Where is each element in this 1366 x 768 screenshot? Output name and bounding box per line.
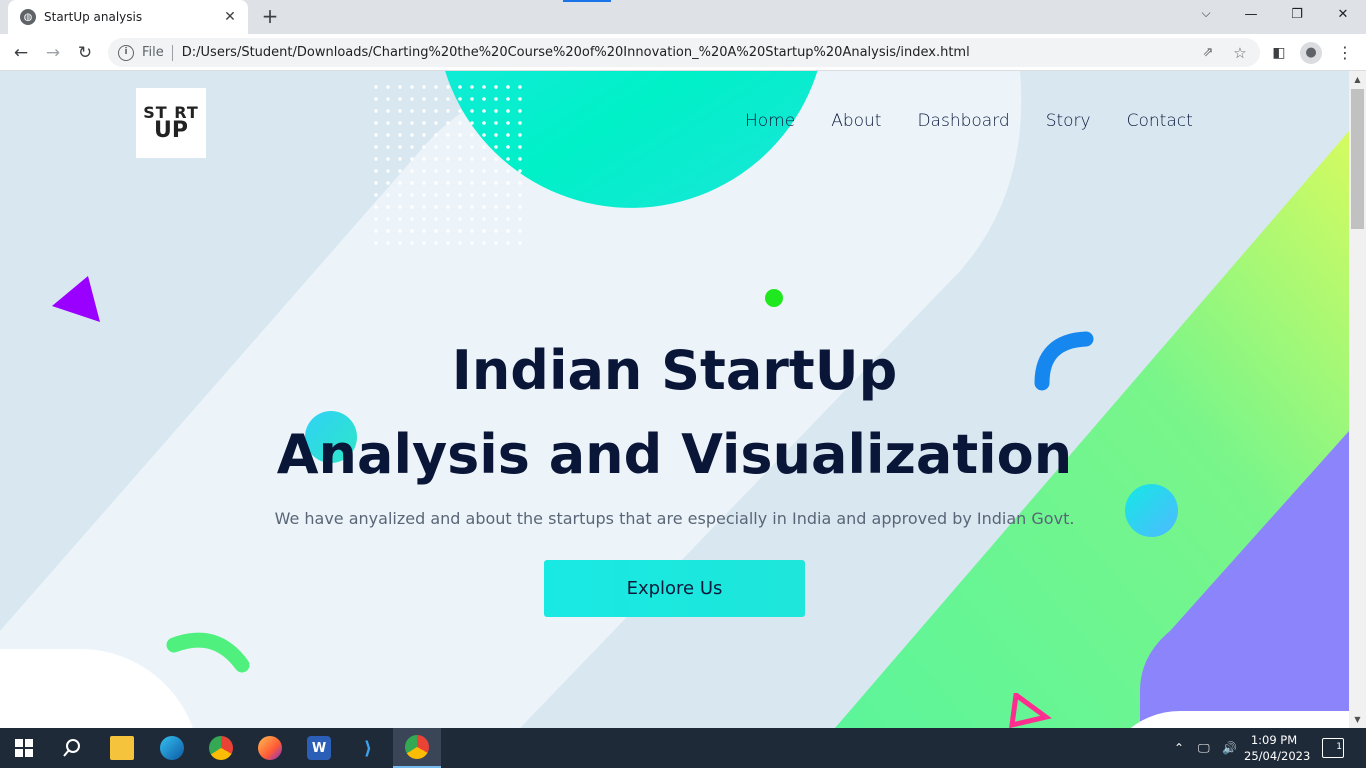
vscode-logo-icon: ⟩	[356, 736, 380, 760]
browser-toolbar: ← → ↻ i File D:/Users/Student/Downloads/…	[0, 34, 1366, 71]
notification-icon[interactable]: 1	[1322, 738, 1344, 758]
windows-taskbar: W ⟩ ⌃ 🖵 🔊 1:09 PM 25/04/2023 1	[0, 728, 1366, 768]
hero-title-line2: Analysis and Visualization	[276, 423, 1073, 486]
profile-icon[interactable]: ●	[1300, 42, 1322, 64]
firefox-icon[interactable]	[246, 728, 294, 768]
forward-icon[interactable]: →	[40, 40, 66, 66]
window-close-icon[interactable]: ✕	[1320, 0, 1366, 30]
folder-icon	[110, 736, 134, 760]
side-panel-icon[interactable]: ◧	[1268, 42, 1290, 64]
logo-text-bottom: UP	[154, 118, 188, 143]
word-icon[interactable]: W	[295, 728, 343, 768]
tab-title: StartUp analysis	[44, 10, 143, 24]
scroll-down-icon[interactable]: ▼	[1349, 711, 1366, 728]
site-logo[interactable]: ST RT UP	[136, 88, 206, 158]
page-scrollbar[interactable]: ▲ ▼	[1349, 71, 1366, 728]
hero-title: Indian StartUp Analysis and Visualizatio…	[0, 329, 1349, 497]
volume-icon[interactable]: 🔊	[1222, 728, 1237, 768]
restore-icon[interactable]: ❐	[1274, 0, 1320, 30]
info-icon[interactable]: i	[118, 44, 134, 61]
file-explorer-icon[interactable]	[98, 728, 146, 768]
decor-triangle-pink	[1009, 693, 1052, 728]
vscode-icon[interactable]: ⟩	[344, 728, 392, 768]
edge-logo-icon	[160, 736, 184, 760]
chrome-icon[interactable]	[197, 728, 245, 768]
chrome-active-icon[interactable]	[393, 728, 441, 768]
nav-contact[interactable]: Contact	[1127, 111, 1193, 131]
edge-icon[interactable]	[148, 728, 196, 768]
hero-subtitle: We have anyalized and about the startups…	[274, 509, 1075, 528]
url-text[interactable]: D:/Users/Student/Downloads/Charting%20th…	[182, 45, 1198, 60]
new-tab-button[interactable]: +	[258, 4, 282, 28]
main-nav: Home About Dashboard Story Contact	[745, 111, 1193, 131]
reload-icon[interactable]: ↻	[72, 40, 98, 66]
address-bar[interactable]: i File D:/Users/Student/Downloads/Charti…	[108, 38, 1260, 67]
decor-arc-green	[166, 632, 250, 673]
close-icon[interactable]: ✕	[222, 9, 238, 25]
back-icon[interactable]: ←	[8, 40, 34, 66]
nav-dashboard[interactable]: Dashboard	[917, 111, 1009, 131]
tab-strip: ◍ StartUp analysis ✕ + ⌵ — ❐ ✕	[0, 0, 1366, 34]
chevron-down-icon[interactable]: ⌵	[1196, 6, 1216, 26]
nav-about[interactable]: About	[831, 111, 881, 131]
windows-start-icon[interactable]	[0, 728, 48, 768]
scroll-up-icon[interactable]: ▲	[1349, 71, 1366, 88]
share-icon[interactable]: ⇗	[1198, 45, 1218, 60]
nav-home[interactable]: Home	[745, 111, 795, 131]
system-clock[interactable]: 1:09 PM 25/04/2023	[1244, 732, 1311, 764]
minimize-icon[interactable]: —	[1228, 0, 1274, 30]
hero-title-line1: Indian StartUp	[451, 339, 898, 402]
chrome-logo-icon	[209, 736, 233, 760]
network-icon[interactable]: 🖵	[1198, 728, 1210, 768]
browser-tab[interactable]: ◍ StartUp analysis ✕	[8, 0, 248, 34]
scroll-thumb[interactable]	[1351, 89, 1364, 229]
explore-button[interactable]: Explore Us	[544, 560, 805, 617]
nav-story[interactable]: Story	[1046, 111, 1091, 131]
firefox-logo-icon	[258, 736, 282, 760]
clock-date: 25/04/2023	[1244, 749, 1311, 763]
screen: ◍ StartUp analysis ✕ + ⌵ — ❐ ✕ ← → ↻ i F…	[0, 0, 1366, 768]
decor-dots	[370, 81, 530, 246]
chrome-active-logo-icon	[405, 735, 429, 759]
scheme-label: File	[142, 45, 164, 60]
word-logo-icon: W	[307, 736, 331, 760]
search-icon[interactable]	[48, 728, 96, 768]
magnifier-icon	[63, 739, 80, 757]
logo-text-top: ST RT	[143, 103, 199, 122]
windows-logo-icon	[15, 739, 33, 757]
decor-triangle-purple	[52, 276, 100, 322]
decor-dot-green	[765, 289, 783, 307]
star-icon[interactable]: ☆	[1230, 44, 1250, 62]
tray-chevron-icon[interactable]: ⌃	[1174, 728, 1184, 768]
menu-icon[interactable]: ⋮	[1334, 42, 1356, 64]
globe-icon: ◍	[20, 9, 36, 25]
loading-indicator	[563, 0, 611, 2]
omnibox-divider	[171, 44, 173, 61]
clock-time: 1:09 PM	[1250, 733, 1298, 747]
page-viewport: ST RT UP Home About Dashboard Story Cont…	[0, 71, 1349, 728]
